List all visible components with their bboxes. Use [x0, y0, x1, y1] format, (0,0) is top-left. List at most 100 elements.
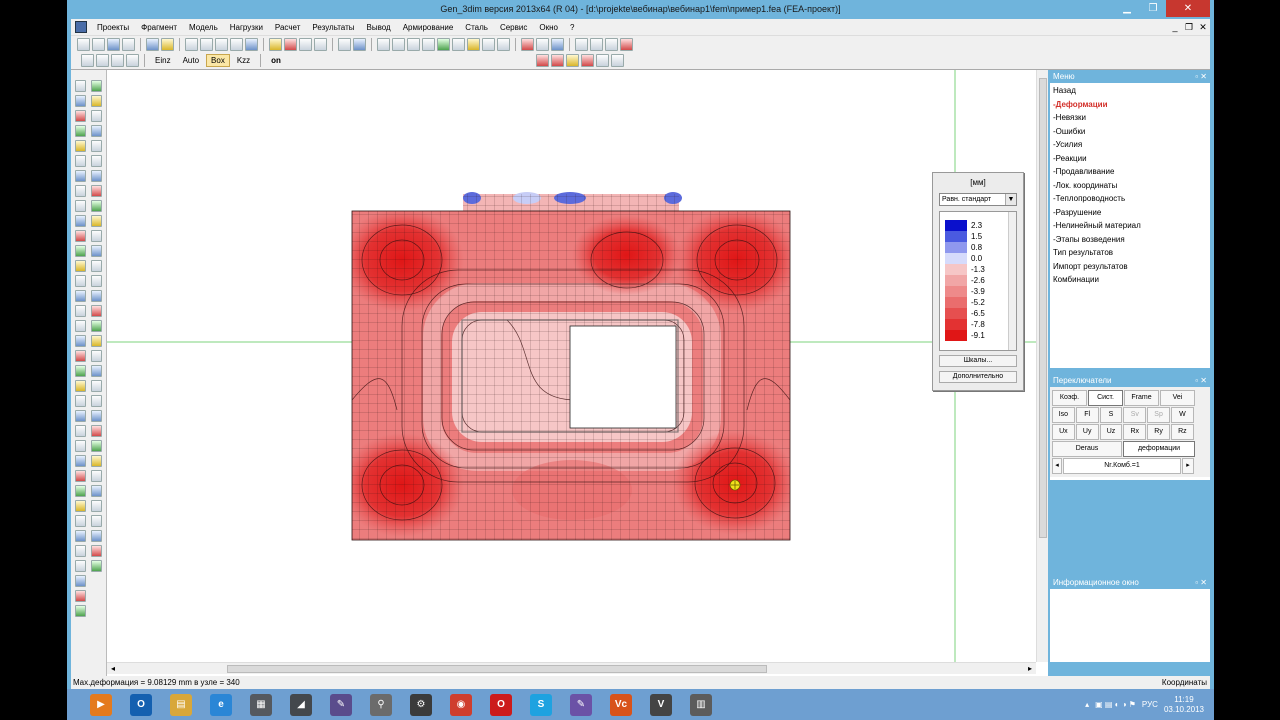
tool-icon[interactable]	[91, 500, 102, 512]
tool-icon[interactable]	[91, 425, 102, 437]
tool-icon[interactable]	[75, 545, 86, 557]
tool-icon[interactable]	[75, 575, 86, 587]
menu-item[interactable]: Модель	[183, 23, 224, 32]
tool-icon[interactable]	[91, 155, 102, 167]
tool-icon[interactable]	[75, 485, 86, 497]
tool-icon[interactable]	[91, 110, 102, 122]
grid6-icon[interactable]	[452, 37, 465, 51]
pin-icon[interactable]: ▫	[1195, 578, 1198, 587]
explorer-taskbar-button[interactable]: ▤	[161, 691, 201, 719]
app-doc-taskbar-button[interactable]: ▥	[681, 691, 721, 719]
grid8-icon[interactable]	[482, 37, 495, 51]
tray-arrow-icon[interactable]: ▴	[1085, 700, 1089, 709]
skype-taskbar-button[interactable]: S	[521, 691, 561, 719]
tool-icon[interactable]	[75, 245, 86, 257]
internet-explorer-taskbar-button[interactable]: e	[201, 691, 241, 719]
tool-icon[interactable]	[91, 455, 102, 467]
tool-icon[interactable]	[91, 260, 102, 272]
minus-icon[interactable]	[550, 54, 564, 67]
app-vc-taskbar-button[interactable]: Vc	[601, 691, 641, 719]
menu-item[interactable]: Вывод	[361, 23, 397, 32]
tool-icon[interactable]	[75, 170, 86, 182]
switch-button[interactable]: Sp	[1147, 407, 1170, 423]
redo-icon[interactable]	[590, 37, 603, 51]
select-icon[interactable]	[314, 37, 327, 51]
tray-icons[interactable]: ▣ ▤ ◐ ◑ ⚑	[1095, 700, 1136, 709]
view2-icon[interactable]	[96, 54, 109, 67]
menu-panel-item[interactable]: -Этапы возведения	[1050, 233, 1210, 247]
switch-button[interactable]: Коэф.	[1052, 390, 1087, 406]
arrow-icon[interactable]	[338, 37, 351, 51]
tool-icon[interactable]	[75, 515, 86, 527]
menu-panel-item[interactable]: -Деформации	[1050, 98, 1210, 112]
menu-item[interactable]: Нагрузки	[224, 23, 269, 32]
switch-button[interactable]: W	[1170, 407, 1194, 423]
render-icon[interactable]	[620, 37, 633, 51]
view-direction-icon[interactable]	[245, 37, 258, 51]
tool-icon[interactable]	[75, 365, 86, 377]
menu-item[interactable]: ?	[564, 23, 580, 32]
tool-icon[interactable]	[91, 95, 102, 107]
grid9-icon[interactable]	[497, 37, 510, 51]
outlook-taskbar-button[interactable]: O	[121, 691, 161, 719]
tool-icon[interactable]	[75, 290, 86, 302]
switch-button[interactable]: Vei	[1160, 390, 1195, 406]
mdi-close-icon[interactable]: ✕	[1196, 22, 1210, 33]
tool-icon[interactable]	[75, 230, 86, 242]
app-slab-taskbar-button[interactable]: ▦	[241, 691, 281, 719]
switch-button[interactable]: Fl	[1075, 407, 1099, 423]
tool-icon[interactable]	[75, 200, 86, 212]
more-button[interactable]: Дополнительно	[939, 371, 1017, 383]
app-pen-taskbar-button[interactable]: ✎	[561, 691, 601, 719]
view1-icon[interactable]	[81, 54, 94, 67]
menu-panel-item[interactable]: -Нелинейный материал	[1050, 219, 1210, 233]
tool-icon[interactable]	[91, 545, 102, 557]
tool-icon[interactable]	[75, 125, 86, 137]
vertical-scrollbar[interactable]	[1036, 70, 1048, 662]
view3-icon[interactable]	[111, 54, 124, 67]
tool-icon[interactable]	[75, 470, 86, 482]
grid1-icon[interactable]	[377, 37, 390, 51]
next-combo-icon[interactable]: ▸	[1182, 458, 1194, 474]
switch-button[interactable]: Сист.	[1088, 390, 1123, 406]
bulb-icon[interactable]	[565, 54, 579, 67]
tool-icon[interactable]	[75, 350, 86, 362]
mdi-minimize-icon[interactable]: _	[1168, 22, 1182, 33]
scroll-right-icon[interactable]: ▸	[1024, 663, 1036, 675]
pin-icon[interactable]: ▫	[1195, 376, 1198, 385]
close-icon[interactable]: ✕	[1200, 376, 1207, 385]
tool-icon[interactable]	[91, 365, 102, 377]
menu-item[interactable]: Фрагмент	[135, 23, 183, 32]
tool-icon[interactable]	[75, 605, 86, 617]
legend-scrollbar[interactable]	[1008, 212, 1016, 350]
menu-panel-item[interactable]: -Теплопроводность	[1050, 192, 1210, 206]
tool-icon[interactable]	[91, 125, 102, 137]
media-player-taskbar-button[interactable]: ▶	[81, 691, 121, 719]
tool-icon[interactable]	[91, 350, 102, 362]
print-icon[interactable]	[610, 54, 624, 67]
tool-icon[interactable]	[91, 140, 102, 152]
lightbulb-icon[interactable]	[161, 37, 174, 51]
tab-deraus[interactable]: Deraus	[1052, 441, 1122, 457]
switch-button[interactable]: S	[1099, 407, 1123, 423]
close-icon[interactable]: ✕	[1200, 72, 1207, 81]
menu-panel-item[interactable]: Назад	[1050, 84, 1210, 98]
tool-icon[interactable]	[595, 54, 609, 67]
chrome-taskbar-button[interactable]: ◉	[441, 691, 481, 719]
tool-icon[interactable]	[75, 380, 86, 392]
tool-icon[interactable]	[75, 95, 86, 107]
tool-icon[interactable]	[91, 320, 102, 332]
tool-icon[interactable]	[91, 530, 102, 542]
tool-icon[interactable]	[91, 170, 102, 182]
grid-dots-icon[interactable]	[299, 37, 312, 51]
tool-icon[interactable]	[75, 500, 86, 512]
menu-panel-item[interactable]: -Разрушение	[1050, 206, 1210, 220]
tool-icon[interactable]	[91, 560, 102, 572]
close-button[interactable]: ✕	[1166, 0, 1210, 17]
menu-item[interactable]: Проекты	[91, 23, 135, 32]
tool-icon[interactable]	[75, 440, 86, 452]
tool-icon[interactable]	[91, 410, 102, 422]
tool-icon[interactable]	[75, 185, 86, 197]
tool-icon[interactable]	[91, 290, 102, 302]
box-button[interactable]: Box	[206, 54, 230, 67]
